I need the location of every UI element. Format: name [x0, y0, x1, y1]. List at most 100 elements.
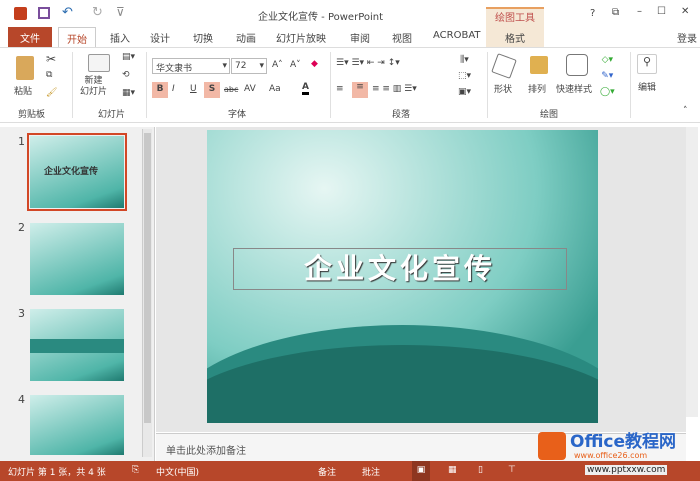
align-left-icon[interactable]: ≡	[336, 84, 344, 94]
font-name-combobox[interactable]: 华文隶书 ▾	[152, 58, 230, 74]
slide-canvas[interactable]: 企业文化宣传	[207, 130, 598, 423]
shapes-button[interactable]: 形状	[494, 82, 512, 95]
window-title: 企业文化宣传 - PowerPoint	[258, 12, 384, 23]
group-paragraph-label: 段落	[392, 110, 411, 120]
watermark-brand: Office教程网	[570, 432, 677, 452]
reading-view-icon[interactable]: ▯	[478, 465, 483, 475]
editing-button[interactable]: 编辑	[638, 80, 656, 93]
slideshow-icon[interactable]: ⊤	[508, 465, 516, 475]
slide-number: 1	[18, 135, 25, 148]
character-spacing-button[interactable]: AV	[244, 84, 256, 94]
tab-view[interactable]: 视图	[392, 30, 412, 45]
tab-insert[interactable]: 插入	[110, 30, 130, 45]
tab-acrobat[interactable]: ACROBAT	[433, 30, 481, 41]
slide-number: 2	[18, 221, 25, 234]
bullets-icon[interactable]: ☰▾ ☰▾ ⇤ ⇥ ↕▾	[336, 58, 400, 68]
italic-button[interactable]: I	[172, 84, 175, 94]
find-icon[interactable]: ⚲	[637, 54, 657, 74]
strikethrough-button[interactable]: abc	[224, 85, 238, 94]
reset-icon[interactable]: ⟲	[122, 70, 130, 80]
shapes-icon[interactable]	[491, 53, 517, 79]
arrange-button[interactable]: 排列	[528, 82, 546, 95]
language[interactable]: 中文(中国)	[156, 465, 199, 478]
tab-review[interactable]: 审阅	[350, 30, 370, 45]
ribbon-display-options-button[interactable]: ⧉	[612, 7, 619, 18]
help-button[interactable]: ?	[590, 8, 595, 19]
clear-formatting-icon[interactable]: ◆	[311, 59, 318, 69]
slide-thumbnail-pane: 1 企业文化宣传 2 3 4	[0, 127, 155, 461]
cut-icon[interactable]: ✂	[46, 52, 56, 66]
tab-design[interactable]: 设计	[150, 30, 170, 45]
shrink-font-icon[interactable]: A˅	[290, 60, 301, 70]
quick-styles-button[interactable]: 快速样式	[556, 82, 592, 95]
group-slides-label: 幻灯片	[98, 110, 126, 120]
slide-thumbnail-1[interactable]: 企业文化宣传	[27, 133, 127, 211]
watermark-url-2: www.pptxxw.com	[585, 465, 668, 475]
start-slideshow-icon[interactable]: ⊽	[116, 5, 125, 19]
underline-button[interactable]: U	[190, 84, 197, 94]
change-case-button[interactable]: Aa	[269, 84, 281, 94]
tab-home[interactable]: 开始	[58, 27, 96, 47]
save-icon[interactable]	[38, 7, 50, 19]
group-clipboard-label: 剪贴板	[18, 110, 46, 120]
format-painter-icon[interactable]: 🖌	[46, 88, 57, 98]
section-icon[interactable]: ▦▾	[122, 88, 135, 98]
title-placeholder[interactable]: 企业文化宣传	[233, 248, 567, 290]
tab-transitions[interactable]: 切换	[193, 30, 213, 45]
quick-styles-icon[interactable]	[566, 54, 588, 76]
align-center-icon[interactable]: ≡	[352, 82, 368, 98]
tab-animations[interactable]: 动画	[236, 30, 256, 45]
powerpoint-logo-icon	[14, 7, 27, 20]
drawing-tools-context-label: 绘图工具	[486, 7, 544, 27]
notes-button[interactable]: 备注	[318, 465, 336, 478]
tab-format[interactable]: 格式	[486, 27, 544, 47]
copy-icon[interactable]: ⧉	[46, 70, 52, 80]
maximize-button[interactable]: ☐	[657, 6, 666, 17]
watermark-logo: Office教程网 www.office26.com	[538, 432, 698, 461]
font-size-combobox[interactable]: 72 ▾	[231, 58, 267, 74]
ribbon-tabs: 文件 开始 插入 设计 切换 动画 幻灯片放映 审阅 视图 ACROBAT 格式…	[0, 27, 700, 47]
slide-thumbnail-4[interactable]	[30, 395, 124, 455]
collapse-ribbon-icon[interactable]: ˄	[683, 106, 688, 116]
paste-icon[interactable]	[16, 56, 34, 80]
tab-file[interactable]: 文件	[8, 27, 52, 47]
vertical-scrollbar[interactable]	[686, 127, 698, 417]
login-link[interactable]: 登录	[677, 30, 697, 45]
normal-view-icon[interactable]: ▣	[412, 461, 430, 481]
slide-info: 幻灯片 第 1 张，共 4 张	[8, 468, 106, 478]
font-color-button[interactable]: A	[302, 82, 309, 95]
new-slide-button[interactable]: 新建 幻灯片	[80, 76, 107, 98]
slide-number: 4	[18, 393, 25, 406]
paste-button[interactable]: 粘贴	[14, 84, 32, 97]
tab-slideshow[interactable]: 幻灯片放映	[276, 30, 326, 45]
ribbon: 粘贴 ✂ ⧉ 🖌 剪贴板 新建 幻灯片 ▤▾ ⟲ ▦▾ 幻灯片 华文隶书 ▾ 72…	[0, 47, 700, 123]
status-bar: 幻灯片 第 1 张，共 4 张 ⎘ 中文(中国) 备注 批注 ▣ ▦ ▯ ⊤ w…	[0, 461, 700, 481]
font-name-value: 华文隶书	[156, 64, 193, 74]
shape-fill-icon[interactable]: ◇▾ ✎▾ ◯▾	[600, 52, 615, 100]
spell-check-icon[interactable]: ⎘	[132, 465, 139, 475]
arrange-icon[interactable]	[530, 56, 548, 74]
chevron-down-icon: ▾	[222, 61, 227, 71]
text-direction-icon[interactable]: ⫼▾ ⬚▾ ▣▾	[458, 52, 471, 100]
group-drawing-label: 绘图	[540, 110, 559, 120]
watermark-url: www.office26.com	[574, 451, 648, 460]
bold-button[interactable]: B	[152, 82, 168, 98]
grow-font-icon[interactable]: A˄	[272, 60, 283, 70]
slide-sorter-icon[interactable]: ▦	[448, 465, 457, 475]
thumbnail-scrollbar[interactable]	[142, 129, 152, 457]
title-bar: ↶ ↻ ⊽ 企业文化宣传 - PowerPoint 绘图工具 ? ⧉ – ☐ ✕	[0, 0, 700, 27]
minimize-button[interactable]: –	[637, 6, 642, 17]
group-font-label: 字体	[228, 110, 247, 120]
shadow-button[interactable]: S	[204, 82, 220, 98]
layout-icon[interactable]: ▤▾	[122, 52, 135, 62]
new-slide-icon[interactable]	[88, 54, 110, 72]
chevron-down-icon: ▾	[259, 61, 264, 71]
slide-thumbnail-2[interactable]	[30, 223, 124, 295]
redo-icon[interactable]: ↻	[92, 5, 103, 20]
close-button[interactable]: ✕	[681, 6, 689, 17]
undo-icon[interactable]: ↶	[62, 5, 73, 20]
slide-thumbnail-3[interactable]	[30, 309, 124, 381]
align-right-icon[interactable]: ≡ ≡ ▥ ☰▾	[372, 84, 417, 94]
slide-title: 企业文化宣传	[303, 252, 496, 285]
comments-button[interactable]: 批注	[362, 465, 380, 478]
